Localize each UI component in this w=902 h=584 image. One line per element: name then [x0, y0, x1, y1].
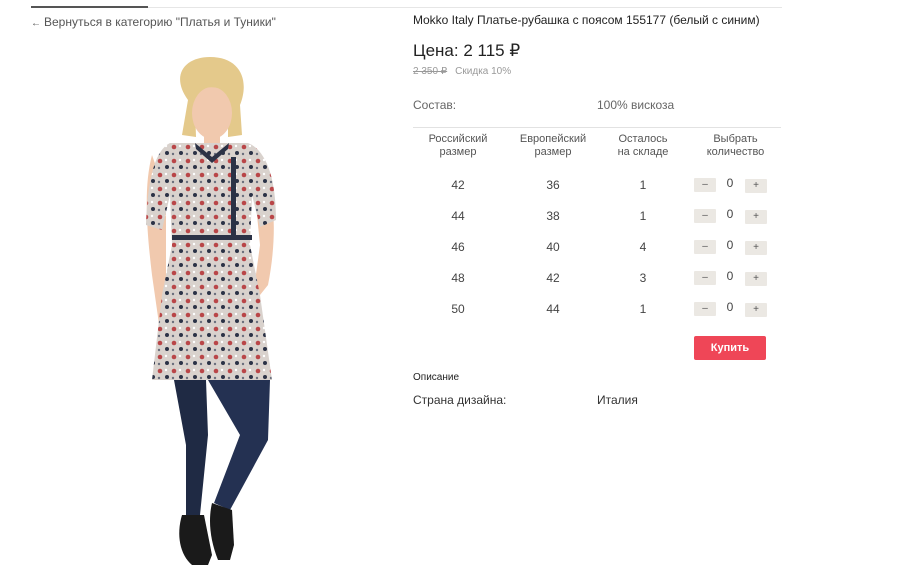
table-row: 42 36 1 – 0 +: [413, 169, 781, 200]
eu-size-cell: 40: [546, 240, 560, 254]
old-price: 2 350 ₽: [413, 66, 448, 77]
size-table-header: Российский размер Европейский размер Остал…: [413, 133, 781, 169]
decrease-quantity-button[interactable]: –: [694, 209, 716, 223]
product-title: Mokko Italy Платье-рубашка с поясом 1551…: [413, 13, 760, 27]
quantity-value: 0: [726, 269, 734, 283]
decrease-quantity-button[interactable]: –: [694, 178, 716, 192]
buy-button[interactable]: Купить: [694, 336, 766, 360]
ru-size-cell: 44: [451, 209, 465, 223]
increase-quantity-button[interactable]: +: [745, 303, 767, 317]
table-row: 48 42 3 – 0 +: [413, 262, 781, 293]
quantity-stepper: – 0 +: [694, 238, 768, 255]
ru-size-cell: 42: [451, 178, 465, 192]
table-row: 46 40 4 – 0 +: [413, 231, 781, 262]
quantity-stepper: – 0 +: [694, 207, 768, 224]
description-heading: Описание: [413, 372, 460, 383]
eu-size-cell: 44: [546, 302, 560, 316]
increase-quantity-button[interactable]: +: [745, 241, 767, 255]
country-value: Италия: [597, 393, 638, 407]
decrease-quantity-button[interactable]: –: [694, 271, 716, 285]
increase-quantity-button[interactable]: +: [745, 272, 767, 286]
increase-quantity-button[interactable]: +: [745, 179, 767, 193]
quantity-value: 0: [726, 300, 734, 314]
back-arrow-icon: ←: [31, 18, 41, 29]
stock-cell: 3: [639, 271, 647, 285]
quantity-value: 0: [726, 176, 734, 190]
quantity-stepper: – 0 +: [694, 176, 768, 193]
composition-value: 100% вискоза: [597, 98, 675, 112]
stock-cell: 1: [639, 178, 647, 192]
decrease-quantity-button[interactable]: –: [694, 302, 716, 316]
size-table: Российский размер Европейский размер Остал…: [413, 133, 781, 324]
product-price: Цена: 2 115 ₽: [413, 41, 521, 60]
eu-size-cell: 38: [546, 209, 560, 223]
ru-size-cell: 46: [451, 240, 465, 254]
stock-cell: 4: [639, 240, 647, 254]
product-photo[interactable]: [100, 45, 350, 580]
discount-badge: Скидка 10%: [455, 66, 512, 77]
decrease-quantity-button[interactable]: –: [694, 240, 716, 254]
old-price-line: 2 350 ₽ Скидка 10%: [413, 66, 511, 77]
ru-size-cell: 50: [451, 302, 465, 316]
active-tab-indicator: [31, 6, 148, 8]
table-row: 44 38 1 – 0 +: [413, 200, 781, 231]
quantity-value: 0: [726, 238, 734, 252]
eu-size-cell: 42: [546, 271, 560, 285]
eu-size-cell: 36: [546, 178, 560, 192]
increase-quantity-button[interactable]: +: [745, 210, 767, 224]
table-row: 50 44 1 – 0 +: [413, 293, 781, 324]
quantity-stepper: – 0 +: [694, 300, 768, 317]
stock-cell: 1: [639, 302, 647, 316]
header-stock: Осталось на складе: [617, 133, 669, 158]
header-eu-size: Европейский размер: [519, 133, 587, 158]
table-divider: [413, 127, 781, 128]
composition-label: Состав:: [413, 98, 457, 112]
quantity-value: 0: [726, 207, 734, 221]
header-ru-size: Российский размер: [428, 133, 488, 158]
back-link-label: Вернуться в категорию "Платья и Туники": [44, 15, 276, 29]
header-quantity: Выбрать количество: [706, 133, 765, 158]
country-label: Страна дизайна:: [413, 393, 507, 407]
ru-size-cell: 48: [451, 271, 465, 285]
quantity-stepper: – 0 +: [694, 269, 768, 286]
stock-cell: 1: [639, 209, 647, 223]
back-to-category-link[interactable]: ← Вернуться в категорию "Платья и Туники": [31, 15, 276, 29]
